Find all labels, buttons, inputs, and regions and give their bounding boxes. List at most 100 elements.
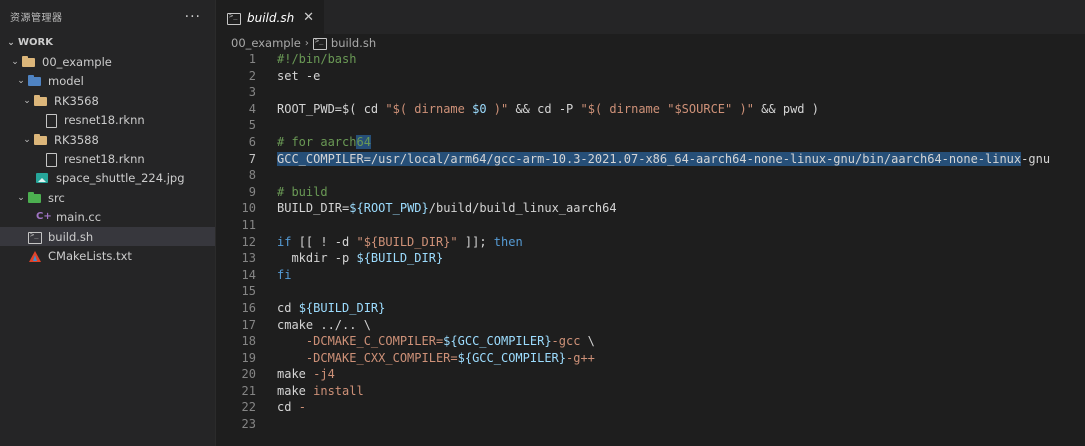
tree-item-main-cc[interactable]: C+ main.cc: [0, 208, 215, 227]
line-number: 21: [241, 383, 256, 398]
code-line[interactable]: 17 cmake ../.. \: [217, 317, 1085, 334]
tree-item-cmakelists[interactable]: CMakeLists.txt: [0, 246, 215, 265]
tree-item-label: build.sh: [48, 229, 94, 244]
tab-build-sh[interactable]: build.sh ✕: [217, 0, 324, 34]
code-line[interactable]: 22 cd -: [217, 399, 1085, 416]
tree-item-label: RK3568: [54, 93, 99, 108]
line-number: 18: [241, 334, 256, 349]
code-line[interactable]: 10 BUILD_DIR=${ROOT_PWD}/build/build_linu…: [217, 200, 1085, 217]
code-token: ${BUILD_DIR}: [298, 300, 386, 315]
code-text: ROOT_PWD=$( cd "$( dirname $0 )" && cd -…: [277, 101, 819, 118]
code-token: cd: [277, 300, 299, 315]
code-line[interactable]: 7 GCC_COMPILER=/usr/local/arm64/gcc-arm-1…: [217, 151, 1085, 168]
code-line[interactable]: 19 -DCMAKE_CXX_COMPILER=${GCC_COMPILER}-…: [217, 350, 1085, 367]
code-text: set -e: [277, 68, 320, 85]
code-token: cmake: [277, 317, 321, 332]
line-number: 20: [241, 367, 256, 382]
tree-item-rk3568[interactable]: ⌄ RK3568: [0, 91, 215, 110]
tree-item-space-shuttle[interactable]: space_shuttle_224.jpg: [0, 169, 215, 188]
code-token: make: [277, 367, 314, 382]
breadcrumb: 00_example › build.sh: [217, 34, 1085, 52]
code-token: -j4: [313, 367, 335, 382]
tree-item-build-sh[interactable]: build.sh: [0, 226, 215, 247]
code-token: mkdir: [277, 251, 335, 266]
code-text: cd ${BUILD_DIR}: [277, 300, 385, 317]
tree-item-rk3588-resnet[interactable]: resnet18.rknn: [0, 149, 215, 168]
code-line[interactable]: 13 mkdir -p ${BUILD_DIR}: [217, 250, 1085, 267]
code-line[interactable]: 14 fi: [217, 267, 1085, 284]
more-actions-icon[interactable]: ···: [185, 9, 201, 25]
tab-label: build.sh: [247, 10, 295, 25]
code-line[interactable]: 23: [217, 416, 1085, 433]
line-number: 15: [241, 284, 256, 299]
tree-item-label: RK3588: [54, 132, 99, 147]
code-token: fi: [277, 267, 292, 282]
code-token: -p: [334, 251, 357, 266]
code-token: ../.. \: [320, 317, 371, 332]
chevron-down-icon: ⌄: [17, 192, 25, 203]
code-token: # build: [277, 184, 328, 199]
line-number: 4: [248, 101, 256, 116]
code-line[interactable]: 12 if [[ ! -d "${BUILD_DIR}" ]]; then: [217, 234, 1085, 251]
code-line[interactable]: 11: [217, 217, 1085, 234]
code-line[interactable]: 6 # for aarch64: [217, 134, 1085, 151]
code-line[interactable]: 18 -DCMAKE_C_COMPILER=${GCC_COMPILER}-gc…: [217, 333, 1085, 350]
line-number: 23: [241, 417, 256, 432]
line-number: 8: [248, 168, 256, 183]
line-number: 13: [241, 251, 256, 266]
code-token: then: [493, 234, 523, 249]
code-line[interactable]: 9 # build: [217, 184, 1085, 201]
tree-item-rk3568-resnet[interactable]: resnet18.rknn: [0, 111, 215, 130]
code-token: make: [277, 383, 314, 398]
tab-bar: build.sh ✕: [217, 0, 1085, 34]
code-token: ROOT_PWD: [277, 101, 335, 116]
code-line[interactable]: 8: [217, 167, 1085, 184]
code-text: mkdir -p ${BUILD_DIR}: [277, 250, 443, 267]
explorer-header: 资源管理器 ···: [0, 0, 215, 33]
code-token: =$(: [334, 101, 364, 116]
line-number: 3: [248, 85, 256, 100]
chevron-down-icon: ⌄: [7, 37, 15, 48]
code-line[interactable]: 20 make -j4: [217, 366, 1085, 383]
breadcrumb-folder[interactable]: 00_example: [231, 36, 301, 50]
explorer-sidebar: 资源管理器 ··· ⌄ WORK ⌄ 00_example ⌄ model ⌄ …: [0, 0, 216, 446]
code-editor[interactable]: 1 #!/bin/bash 2 set -e 3 4 ROOT_PWD=$( cd "$( …: [217, 51, 1085, 433]
code-token: \: [580, 334, 595, 349]
code-line[interactable]: 15: [217, 283, 1085, 300]
code-line[interactable]: 3: [217, 84, 1085, 101]
breadcrumb-file[interactable]: build.sh: [331, 36, 376, 50]
line-number: 5: [248, 118, 256, 133]
file-icon: [44, 153, 58, 168]
code-line[interactable]: 2 set -e: [217, 68, 1085, 85]
tree-item-model[interactable]: ⌄ model: [0, 72, 215, 91]
shell-file-icon: [312, 37, 327, 50]
code-text: cmake ../.. \: [277, 317, 371, 334]
code-token: [[ ! -d: [298, 234, 357, 249]
editor-area: build.sh ✕ 00_example › build.sh 1 #!/bin…: [217, 0, 1085, 446]
code-line[interactable]: 4 ROOT_PWD=$( cd "$( dirname $0 )" && cd …: [217, 101, 1085, 118]
tree-item-src[interactable]: ⌄ src: [0, 188, 215, 207]
tree-item-00-example[interactable]: ⌄ 00_example: [0, 52, 215, 71]
code-token: ${ROOT_PWD}: [349, 201, 429, 216]
tree-item-label: resnet18.rknn: [64, 113, 145, 128]
code-line[interactable]: 21 make install: [217, 383, 1085, 400]
code-token: #!/bin/bash: [277, 52, 357, 66]
code-line[interactable]: 1 #!/bin/bash: [217, 51, 1085, 68]
code-token: -DCMAKE_C_COMPILER=: [277, 334, 444, 349]
code-line[interactable]: 16 cd ${BUILD_DIR}: [217, 300, 1085, 317]
code-text: -DCMAKE_C_COMPILER=${GCC_COMPILER}-gcc \: [277, 333, 595, 350]
workspace-section[interactable]: ⌄ WORK: [0, 33, 215, 52]
file-tree: ⌄ WORK ⌄ 00_example ⌄ model ⌄ RK3568 res…: [0, 33, 215, 266]
line-number: 6: [248, 134, 256, 149]
cmake-file-icon: [28, 250, 42, 262]
code-token: BUILD_DIR: [277, 201, 343, 216]
close-icon[interactable]: ✕: [303, 10, 314, 25]
code-text: -DCMAKE_CXX_COMPILER=${GCC_COMPILER}-g++: [277, 350, 595, 367]
code-token: ): [811, 101, 819, 116]
folder-icon: [22, 56, 36, 68]
shell-file-icon: [227, 12, 241, 25]
code-line[interactable]: 5: [217, 117, 1085, 134]
code-token: -gcc: [551, 334, 581, 349]
tree-item-rk3588[interactable]: ⌄ RK3588: [0, 130, 215, 149]
line-number: 11: [241, 217, 256, 232]
